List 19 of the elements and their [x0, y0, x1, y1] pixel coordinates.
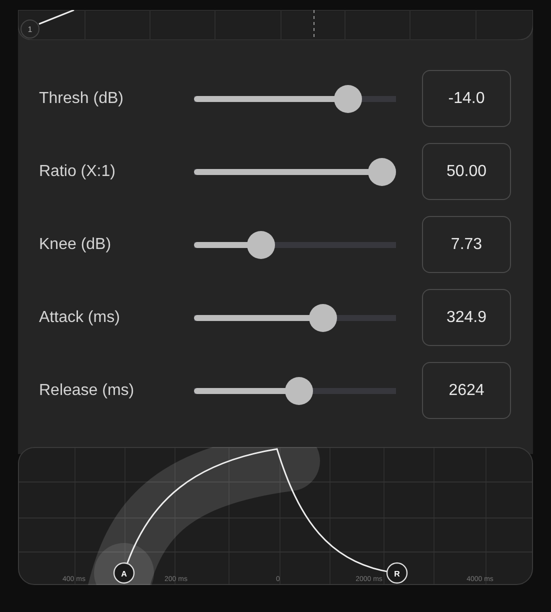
- parameter-label: Attack (ms): [38, 308, 121, 326]
- value-field[interactable]: 324.9: [422, 289, 511, 346]
- curve-handle[interactable]: A: [113, 562, 135, 584]
- parameter-label: Knee (dB): [38, 236, 112, 254]
- parameter-label: Thresh (dB): [38, 90, 124, 108]
- value-field[interactable]: 7.73: [422, 216, 511, 273]
- curve-handle[interactable]: R: [386, 562, 408, 584]
- slider-thumb[interactable]: [246, 230, 275, 258]
- curve-line: [38, 10, 74, 25]
- parameter-label: Release (ms): [38, 382, 136, 400]
- parameter-label: Ratio (X:1): [38, 162, 116, 180]
- slider-thumb[interactable]: [285, 376, 314, 404]
- value-field[interactable]: 50.00: [422, 143, 511, 200]
- curve-handle[interactable]: 1: [20, 20, 40, 38]
- value-field[interactable]: 2624: [422, 362, 511, 419]
- slider-thumb[interactable]: [309, 304, 338, 332]
- value-field[interactable]: -14.0: [422, 70, 511, 127]
- slider-thumb[interactable]: [368, 158, 396, 186]
- slider-thumb[interactable]: [334, 84, 362, 112]
